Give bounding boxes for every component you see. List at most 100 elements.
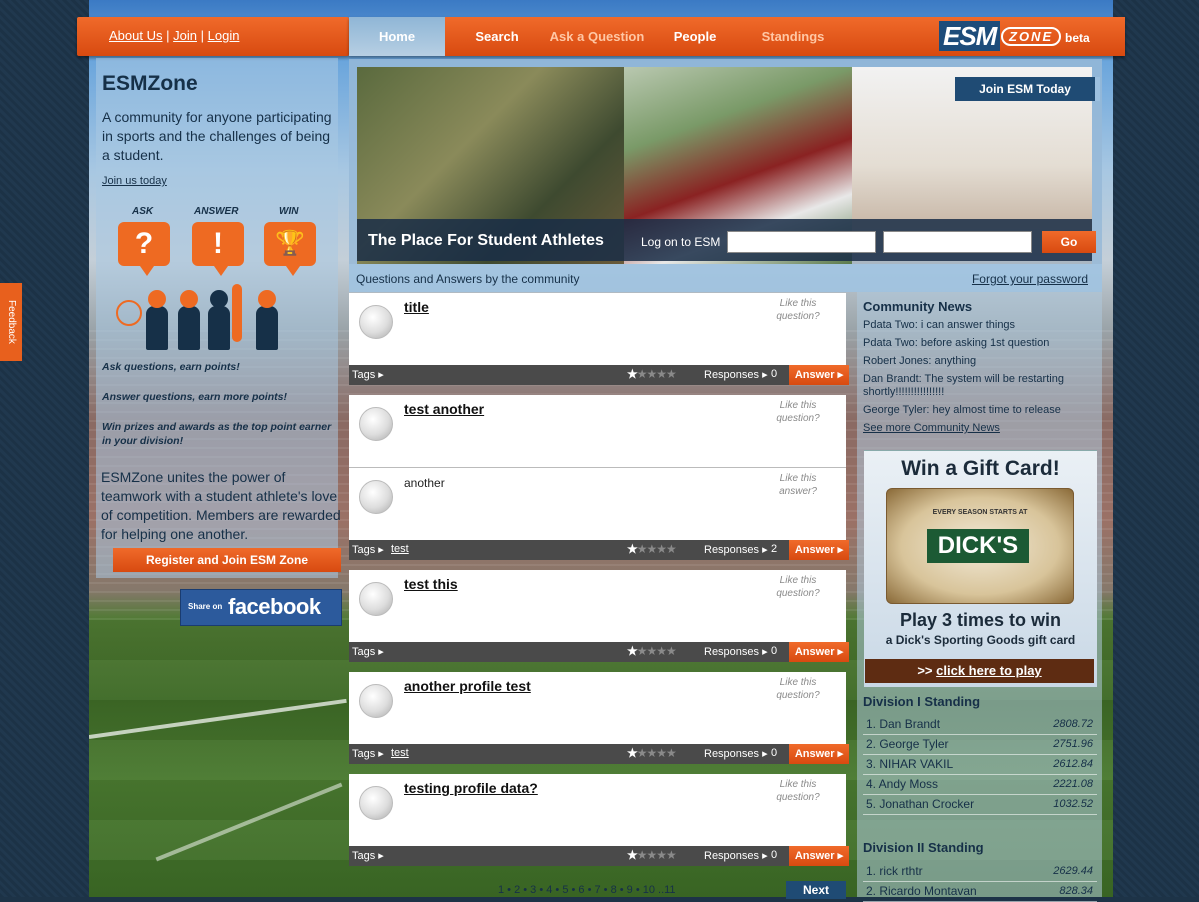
tags-label: Tags ▸ — [352, 748, 384, 760]
go-button[interactable]: Go — [1042, 231, 1096, 253]
click-to-play-button[interactable]: >> click here to play — [865, 659, 1094, 683]
link-separator: | — [200, 28, 204, 43]
question-footer: Tags ▸ test ★★★★★ Responses ▸ 0 Answer ▸ — [349, 744, 849, 764]
tag-link[interactable]: test — [391, 543, 409, 555]
right-sidebar: Community News Pdata Two: i can answer t… — [857, 292, 1102, 902]
standing-row[interactable]: 3. NIHAR VAKIL 2612.84 — [863, 755, 1097, 775]
about-us-link[interactable]: About Us — [109, 28, 162, 43]
bullet-win: Win prizes and awards as the top point e… — [102, 421, 332, 447]
question-footer: Tags ▸ ★★★★★ Responses ▸ 0 Answer ▸ — [349, 365, 849, 385]
rating-stars[interactable]: ★★★★★ — [627, 644, 677, 658]
question-footer: Tags ▸ test ★★★★★ Responses ▸ 2 Answer ▸ — [349, 540, 849, 560]
password-input[interactable] — [883, 231, 1032, 253]
forgot-password-link[interactable]: Forgot your password — [972, 272, 1088, 286]
join-us-link[interactable]: Join us today — [102, 175, 167, 187]
answer-button[interactable]: Answer ▸ — [789, 744, 849, 764]
tag-link[interactable]: test — [391, 747, 409, 759]
logo-zone: ZONE — [1001, 27, 1062, 46]
top-links-bar: About Us | Join | Login — [77, 17, 349, 56]
question-card: testing profile data? Like this question… — [349, 774, 849, 866]
news-item: Pdata Two: i can answer things — [863, 319, 1016, 331]
join-esm-button[interactable]: Join ESM Today — [955, 77, 1100, 101]
vote-circle-icon[interactable] — [359, 305, 393, 339]
question-mark-icon: ? — [118, 222, 170, 276]
question-title[interactable]: test this — [404, 576, 458, 592]
standing-row[interactable]: 2. George Tyler 2751.96 — [863, 735, 1097, 755]
gift-sub-text: a Dick's Sporting Goods gift card — [885, 633, 1076, 647]
gift-card-promo: Win a Gift Card! EVERY SEASON STARTS AT … — [864, 450, 1097, 687]
tags-label: Tags ▸ — [352, 369, 384, 381]
responses-count: 0 — [771, 368, 778, 380]
like-question-link[interactable]: Like this question? — [768, 399, 828, 425]
card-tagline: EVERY SEASON STARTS AT — [932, 509, 1028, 516]
exclamation-icon: ! — [192, 222, 244, 276]
cta-arrows: >> — [917, 663, 933, 678]
feedback-tab[interactable]: Feedback — [0, 283, 22, 361]
community-news-list: Pdata Two: i can answer things Pdata Two… — [863, 319, 1093, 440]
username-input[interactable] — [727, 231, 876, 253]
standing-row[interactable]: 2. Ricardo Montavan 828.34 — [863, 882, 1097, 902]
esmzone-logo[interactable]: ESM ZONE beta — [939, 21, 1099, 53]
link-separator: | — [166, 28, 170, 43]
next-page-button[interactable]: Next — [786, 881, 846, 899]
vote-circle-icon[interactable] — [359, 786, 393, 820]
like-question-link[interactable]: Like this question? — [768, 574, 828, 600]
ask-label: ASK — [132, 206, 154, 217]
login-link[interactable]: Login — [208, 28, 240, 43]
tab-people[interactable]: People — [667, 17, 723, 56]
bullet-answer: Answer questions, earn more points! — [102, 391, 287, 403]
question-footer: Tags ▸ ★★★★★ Responses ▸ 0 Answer ▸ — [349, 642, 849, 662]
answer-button[interactable]: Answer ▸ — [789, 642, 849, 662]
standing-row[interactable]: 4. Andy Moss 2221.08 — [863, 775, 1097, 795]
like-question-link[interactable]: Like this question? — [768, 676, 828, 702]
rating-stars[interactable]: ★★★★★ — [627, 367, 677, 381]
join-link[interactable]: Join — [173, 28, 197, 43]
like-question-link[interactable]: Like this question? — [768, 297, 828, 323]
news-item: George Tyler: hey almost time to release — [863, 404, 1061, 416]
division1-heading: Division I Standing — [863, 694, 981, 709]
standing-row[interactable]: 1. rick rthtr 2629.44 — [863, 862, 1097, 882]
tab-ask-question[interactable]: Ask a Question — [547, 17, 647, 56]
question-card: another profile test Like this question?… — [349, 672, 849, 764]
question-title[interactable]: another profile test — [404, 678, 531, 694]
question-title[interactable]: title — [404, 299, 429, 315]
rating-stars[interactable]: ★★★★★ — [627, 746, 677, 760]
tags-label: Tags ▸ — [352, 544, 384, 556]
rating-stars[interactable]: ★★★★★ — [627, 542, 677, 556]
tab-home[interactable]: Home — [349, 17, 445, 56]
responses-label: Responses ▸ — [704, 544, 768, 556]
win-label: WIN — [279, 206, 299, 217]
division2-heading: Division II Standing — [863, 840, 984, 855]
pagination[interactable]: 1 • 2 • 3 • 4 • 5 • 6 • 7 • 8 • 9 • 10 .… — [498, 884, 676, 896]
like-answer-link[interactable]: Like this answer? — [768, 472, 828, 498]
register-button[interactable]: Register and Join ESM Zone — [113, 548, 341, 572]
vote-circle-icon[interactable] — [359, 480, 393, 514]
rating-stars[interactable]: ★★★★★ — [627, 848, 677, 862]
responses-label: Responses ▸ — [704, 850, 768, 862]
vote-circle-icon[interactable] — [359, 582, 393, 616]
standing-row[interactable]: 1. Dan Brandt 2808.72 — [863, 715, 1097, 735]
tab-search[interactable]: Search — [467, 17, 527, 56]
bullet-ask: Ask questions, earn points! — [102, 361, 240, 373]
vote-circle-icon[interactable] — [359, 684, 393, 718]
share-facebook-button[interactable]: Share on facebook — [180, 589, 342, 626]
like-question-link[interactable]: Like this question? — [768, 778, 828, 804]
standing-row[interactable]: 5. Jonathan Crocker 1032.52 — [863, 795, 1097, 815]
answer-button[interactable]: Answer ▸ — [789, 365, 849, 385]
responses-label: Responses ▸ — [704, 369, 768, 381]
tab-standings[interactable]: Standings — [755, 17, 831, 56]
gift-play-text: Play 3 times to win — [899, 610, 1062, 630]
cta-label: click here to play — [936, 663, 1042, 678]
question-title[interactable]: testing profile data? — [404, 780, 538, 796]
answer-button[interactable]: Answer ▸ — [789, 540, 849, 560]
vote-circle-icon[interactable] — [359, 407, 393, 441]
see-more-news-link[interactable]: See more Community News — [863, 422, 1000, 434]
gift-card-image[interactable]: EVERY SEASON STARTS AT DICK'S — [886, 488, 1074, 604]
tags-label: Tags ▸ — [352, 646, 384, 658]
share-on-label: Share on — [188, 602, 223, 611]
question-card: title Like this question? Tags ▸ ★★★★★ R… — [349, 293, 849, 385]
answer-button[interactable]: Answer ▸ — [789, 846, 849, 866]
question-title[interactable]: test another — [404, 401, 484, 417]
athletes-illustration — [116, 278, 316, 350]
logon-label: Log on to ESM — [641, 235, 721, 249]
